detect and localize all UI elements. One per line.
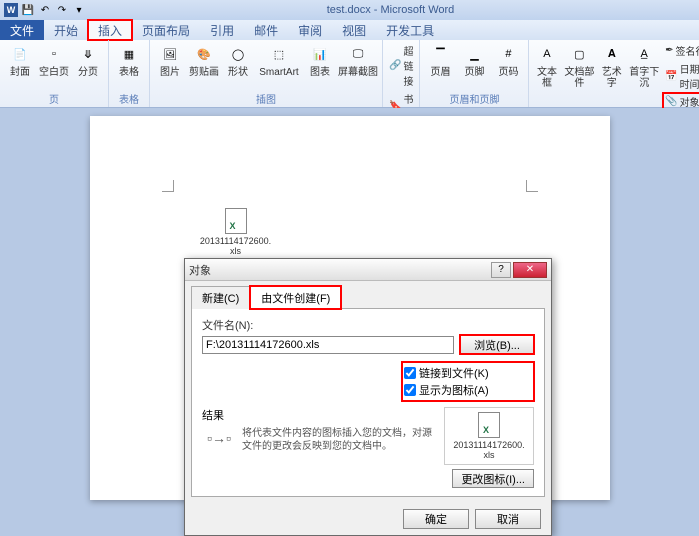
group-text: A文本框 ▢文档部件 𝐀艺术字 A̲首字下沉 ✒签名行 📅日期和时间 📎对象 ▾… <box>529 40 699 107</box>
group-label-tables: 表格 <box>113 90 145 106</box>
group-label-pages: 页 <box>4 90 104 106</box>
tab-mailings[interactable]: 邮件 <box>244 20 288 40</box>
link-to-file-checkbox[interactable]: 链接到文件(K) <box>404 365 532 381</box>
embedded-object-label: 20131114172600.xls <box>200 236 272 256</box>
picture-button[interactable]: 🖼图片 <box>154 42 186 78</box>
page-break-button[interactable]: ⤋分页 <box>72 42 104 78</box>
tab-insert[interactable]: 插入 <box>88 20 132 40</box>
tab-developer[interactable]: 开发工具 <box>376 20 444 40</box>
filename-input[interactable] <box>202 336 454 354</box>
menu-bar: 文件 开始 插入 页面布局 引用 邮件 审阅 视图 开发工具 <box>0 20 699 40</box>
browse-button[interactable]: 浏览(B)... <box>460 335 534 354</box>
header-button[interactable]: ▔页眉 <box>424 42 456 78</box>
group-header-footer: ▔页眉 ▁页脚 #页码 页眉和页脚 <box>420 40 529 107</box>
dialog-title: 对象 <box>189 262 491 278</box>
group-illustrations: 🖼图片 🎨剪贴画 ◯形状 ⬚SmartArt 📊图表 🖵屏幕截图 插图 <box>150 40 383 107</box>
quickparts-button[interactable]: ▢文档部件 <box>562 42 596 89</box>
qat-dropdown-icon[interactable]: ▾ <box>72 3 86 17</box>
excel-file-icon <box>478 412 500 438</box>
table-button[interactable]: ▦表格 <box>113 42 145 78</box>
cancel-button[interactable]: 取消 <box>475 509 541 529</box>
datetime-button[interactable]: 📅日期和时间 <box>663 60 699 92</box>
window-title: test.docx - Microsoft Word <box>86 4 695 16</box>
object-dialog: 对象 ? ✕ 新建(C) 由文件创建(F) 文件名(N): 浏览(B)... 链… <box>184 258 552 536</box>
title-bar: W 💾 ↶ ↷ ▾ test.docx - Microsoft Word <box>0 0 699 20</box>
smartart-button[interactable]: ⬚SmartArt <box>256 42 302 78</box>
margin-corner-tl <box>162 180 174 192</box>
group-label-hf: 页眉和页脚 <box>424 90 524 106</box>
options-block: 链接到文件(K) 显示为图标(A) <box>402 362 534 401</box>
redo-icon[interactable]: ↷ <box>55 3 69 17</box>
filename-label: 文件名(N): <box>202 317 534 333</box>
dialog-tabs: 新建(C) 由文件创建(F) <box>185 281 551 308</box>
tab-file[interactable]: 文件 <box>0 20 44 40</box>
clipart-button[interactable]: 🎨剪贴画 <box>188 42 220 78</box>
tab-review[interactable]: 审阅 <box>288 20 332 40</box>
group-label-illus: 插图 <box>154 90 378 106</box>
icon-preview: 20131114172600.xls <box>444 407 534 465</box>
tab-view[interactable]: 视图 <box>332 20 376 40</box>
excel-file-icon <box>225 208 247 234</box>
dropcap-button[interactable]: A̲首字下沉 <box>627 42 661 89</box>
result-link-icon: ▫→▫ <box>202 427 236 449</box>
save-icon[interactable]: 💾 <box>21 3 35 17</box>
blank-page-button[interactable]: ▫空白页 <box>38 42 70 78</box>
dialog-titlebar[interactable]: 对象 ? ✕ <box>185 259 551 281</box>
cover-page-button[interactable]: 📄封面 <box>4 42 36 78</box>
dialog-buttons: 确定 取消 <box>185 503 551 535</box>
group-tables: ▦表格 表格 <box>109 40 150 107</box>
tab-layout[interactable]: 页面布局 <box>132 20 200 40</box>
margin-corner-tr <box>526 180 538 192</box>
shapes-button[interactable]: ◯形状 <box>222 42 254 78</box>
dialog-close-icon[interactable]: ✕ <box>513 262 547 278</box>
tab-references[interactable]: 引用 <box>200 20 244 40</box>
change-icon-button[interactable]: 更改图标(I)... <box>452 469 534 488</box>
result-label: 结果 <box>202 407 436 423</box>
ribbon: 📄封面 ▫空白页 ⤋分页 页 ▦表格 表格 🖼图片 🎨剪贴画 ◯形状 ⬚Smar… <box>0 40 699 108</box>
chart-button[interactable]: 📊图表 <box>304 42 336 78</box>
hyperlink-button[interactable]: 🔗超链接 <box>387 42 415 89</box>
tab-create-new[interactable]: 新建(C) <box>191 286 250 309</box>
embedded-object[interactable]: 20131114172600.xls <box>200 208 272 256</box>
result-description: ▫→▫ 将代表文件内容的图标插入您的文档，对源文件的更改会反映到您的文档中。 <box>202 427 436 453</box>
tab-home[interactable]: 开始 <box>44 20 88 40</box>
group-pages: 📄封面 ▫空白页 ⤋分页 页 <box>0 40 109 107</box>
tab-from-file[interactable]: 由文件创建(F) <box>250 286 341 309</box>
footer-button[interactable]: ▁页脚 <box>458 42 490 78</box>
display-as-icon-checkbox[interactable]: 显示为图标(A) <box>404 382 532 398</box>
group-links: 🔗超链接 🔖书签 ↔交叉引用 链接 <box>383 40 420 107</box>
quick-access-toolbar: W 💾 ↶ ↷ ▾ <box>4 3 86 17</box>
pagenum-button[interactable]: #页码 <box>492 42 524 78</box>
word-app-icon: W <box>4 3 18 17</box>
ok-button[interactable]: 确定 <box>403 509 469 529</box>
preview-filename: 20131114172600.xls <box>453 440 525 460</box>
dialog-content: 文件名(N): 浏览(B)... 链接到文件(K) 显示为图标(A) 结果 ▫→… <box>191 308 545 497</box>
signature-button[interactable]: ✒签名行 <box>663 42 699 59</box>
screenshot-button[interactable]: 🖵屏幕截图 <box>338 42 378 78</box>
textbox-button[interactable]: A文本框 <box>533 42 560 89</box>
undo-icon[interactable]: ↶ <box>38 3 52 17</box>
dialog-help-icon[interactable]: ? <box>491 262 511 278</box>
wordart-button[interactable]: 𝐀艺术字 <box>598 42 625 89</box>
